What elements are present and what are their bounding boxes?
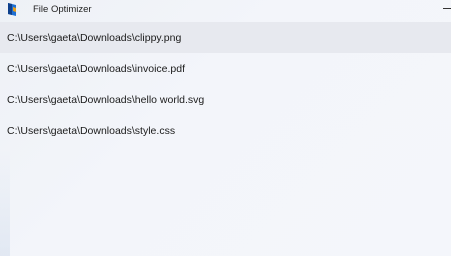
file-path: C:\Users\gaeta\Downloads\hello world.svg: [7, 93, 205, 106]
file-path: C:\Users\gaeta\Downloads\invoice.pdf: [7, 62, 186, 75]
file-list-item[interactable]: C:\Users\gaeta\Downloads\hello world.svg: [0, 84, 451, 115]
file-path: C:\Users\gaeta\Downloads\clippy.png: [7, 31, 182, 44]
file-list: C:\Users\gaeta\Downloads\clippy.png C:\U…: [0, 22, 451, 146]
window-title: File Optimizer: [33, 4, 92, 15]
file-list-item[interactable]: C:\Users\gaeta\Downloads\invoice.pdf: [0, 53, 451, 84]
title-bar[interactable]: File Optimizer: [0, 0, 451, 20]
app-logo-icon: [8, 3, 16, 16]
file-list-item[interactable]: C:\Users\gaeta\Downloads\style.css: [0, 115, 451, 146]
file-list-item[interactable]: C:\Users\gaeta\Downloads\clippy.png: [0, 22, 451, 53]
file-path: C:\Users\gaeta\Downloads\style.css: [7, 124, 176, 137]
minimize-button[interactable]: [422, 0, 451, 20]
minimize-icon: [443, 8, 451, 9]
background-shade: [0, 150, 10, 256]
